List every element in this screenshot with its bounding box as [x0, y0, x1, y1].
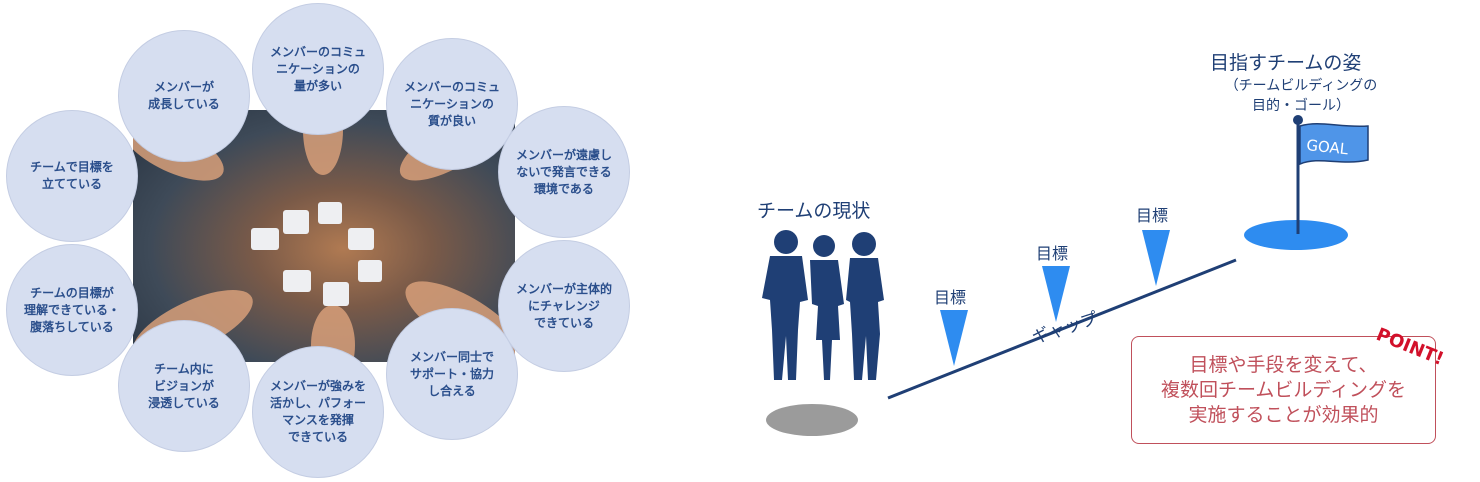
target-triangle-3: [1142, 230, 1170, 286]
target-label-1: 目標: [934, 288, 967, 307]
current-state-label: チームの現状: [757, 200, 871, 222]
target-label-3: 目標: [1136, 206, 1169, 225]
flag-pole-top: [1293, 115, 1303, 125]
goal-ellipse: [1244, 220, 1348, 250]
point-box: 目標や手段を変えて、 複数回チームビルディングを 実施することが効果的: [1131, 336, 1436, 444]
goal-subtitle: （チームビルディングの 目的・ゴール）: [1224, 78, 1378, 114]
target-label-2: 目標: [1036, 244, 1069, 263]
target-triangle-1: [940, 310, 968, 366]
goal-title: 目指すチームの姿: [1210, 52, 1362, 74]
shadow-ellipse: [766, 404, 858, 436]
people-silhouettes: [762, 230, 884, 380]
